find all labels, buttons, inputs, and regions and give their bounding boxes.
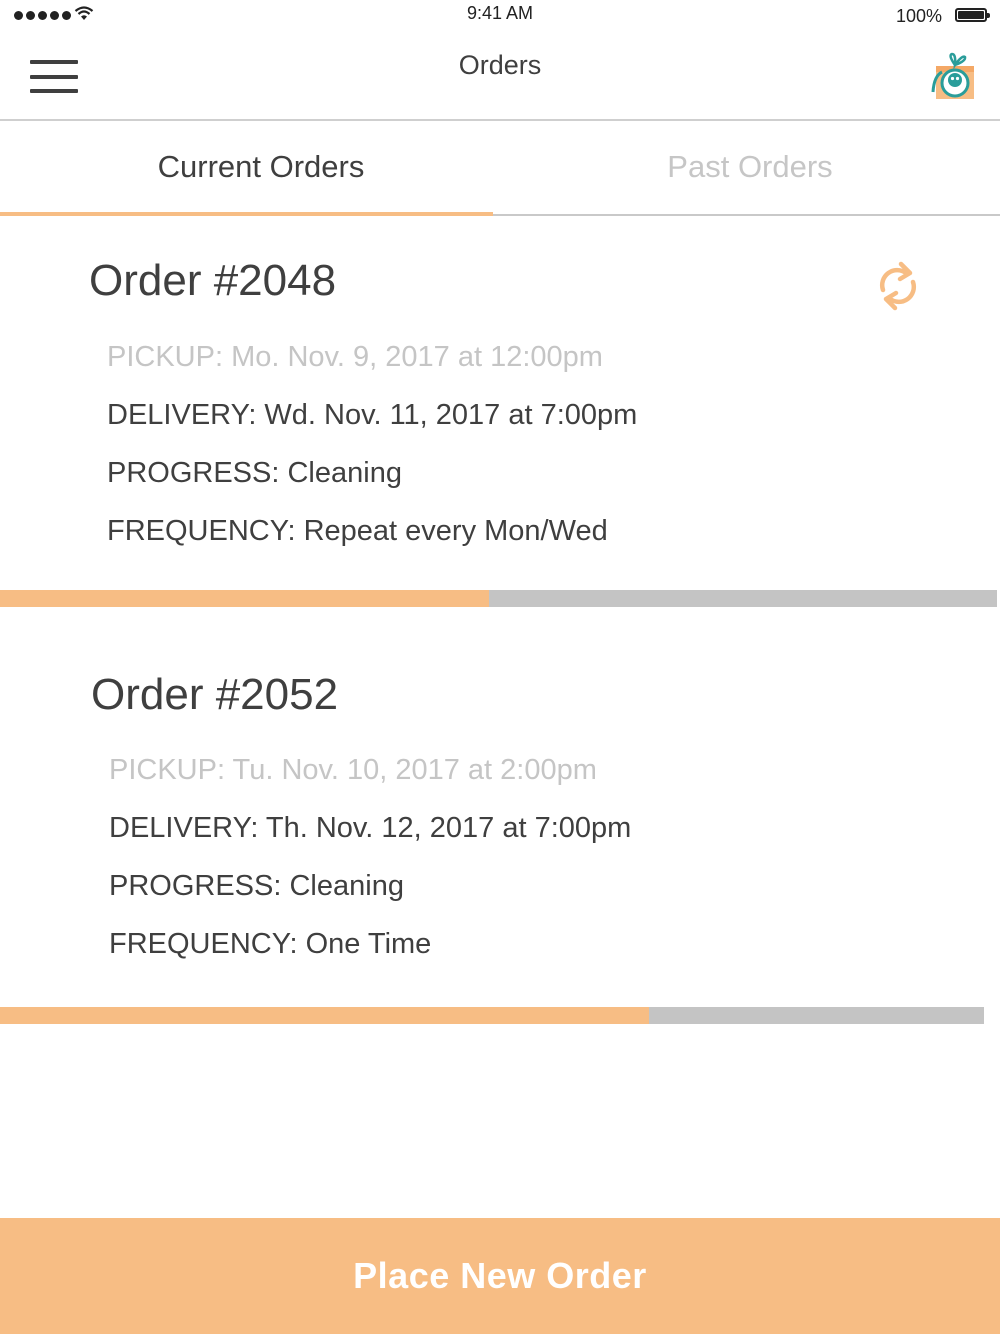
order-progress-bar xyxy=(0,1007,984,1024)
order-delivery: DELIVERY: Th. Nov. 12, 2017 at 7:00pm xyxy=(109,812,632,844)
place-new-order-button[interactable]: Place New Order xyxy=(0,1218,1000,1334)
order-progress-fill xyxy=(0,590,489,607)
order-title: Order #2052 xyxy=(91,670,339,719)
order-progress-fill xyxy=(0,1007,650,1024)
order-frequency: FREQUENCY: One Time xyxy=(109,928,432,960)
gift-box-profile-icon[interactable] xyxy=(928,52,978,102)
order-frequency: FREQUENCY: Repeat every Mon/Wed xyxy=(107,515,608,547)
active-tab-indicator xyxy=(0,212,493,216)
order-progress: PROGRESS: Cleaning xyxy=(109,870,404,902)
tab-divider xyxy=(493,214,1000,216)
tab-current-orders[interactable]: Current Orders xyxy=(10,121,512,213)
order-progress: PROGRESS: Cleaning xyxy=(107,457,402,489)
order-pickup: PICKUP: Tu. Nov. 10, 2017 at 2:00pm xyxy=(109,754,597,786)
battery-icon xyxy=(955,8,990,22)
order-pickup: PICKUP: Mo. Nov. 9, 2017 at 12:00pm xyxy=(107,341,603,373)
order-title: Order #2048 xyxy=(89,256,337,305)
page-title: Orders xyxy=(458,50,542,80)
order-delivery: DELIVERY: Wd. Nov. 11, 2017 at 7:00pm xyxy=(107,399,638,431)
repeat-icon[interactable] xyxy=(875,260,921,312)
tab-past-orders[interactable]: Past Orders xyxy=(500,121,1000,213)
status-time: 9:41 AM xyxy=(466,3,534,23)
order-progress-bar xyxy=(0,590,997,607)
status-bar: 9:41 AM 100% xyxy=(0,0,1000,30)
battery-percentage: 100% xyxy=(895,6,942,26)
